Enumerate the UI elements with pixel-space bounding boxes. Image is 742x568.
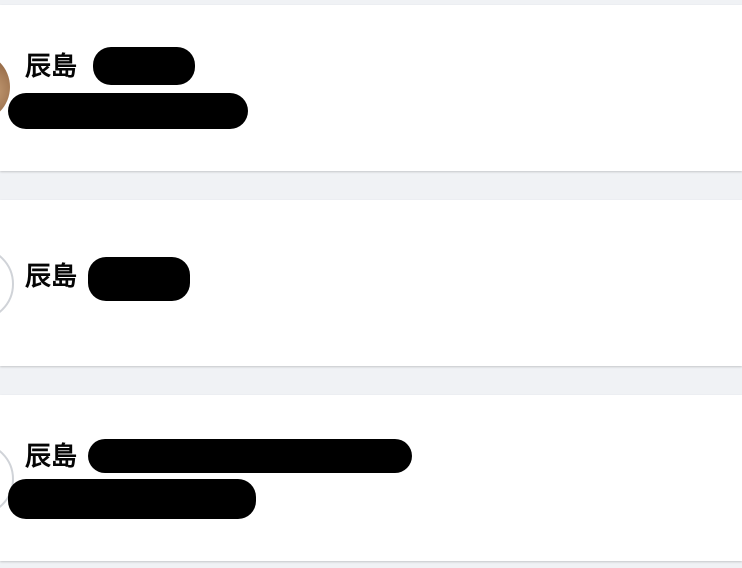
search-results-list: 辰島 辰島 辰島: [0, 0, 742, 568]
result-card[interactable]: 辰島: [0, 395, 742, 561]
redaction-mark: [93, 47, 195, 85]
result-name[interactable]: 辰島: [25, 261, 77, 293]
result-name[interactable]: 辰島: [25, 441, 77, 473]
redaction-mark: [88, 257, 190, 301]
avatar[interactable]: [0, 247, 14, 321]
redaction-mark: [88, 439, 412, 473]
result-card[interactable]: 辰島: [0, 200, 742, 366]
result-card[interactable]: 辰島: [0, 5, 742, 171]
redaction-mark: [8, 479, 256, 519]
result-name[interactable]: 辰島: [25, 51, 77, 83]
redaction-mark: [8, 93, 248, 129]
